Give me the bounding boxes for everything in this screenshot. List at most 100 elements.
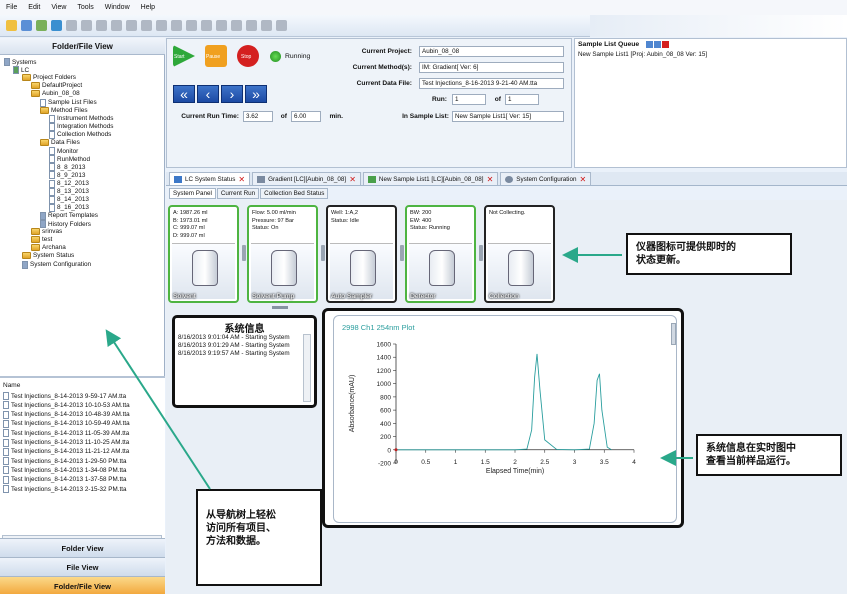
file-view-button[interactable]: File View [0,557,165,576]
tree-node[interactable]: 8_14_2013 [49,195,89,204]
refresh-icon[interactable] [51,20,62,31]
folder-file-view-button[interactable]: Folder/File View [0,576,165,594]
list-item[interactable]: Test Injections_8-14-2013 10-10-53 AM.tt… [3,401,130,410]
runtime-field[interactable]: 3.62 [243,111,273,122]
subtab-system-panel[interactable]: System Panel [169,188,216,199]
tree-node[interactable]: Systems [4,58,37,66]
list-item[interactable]: Test Injections_8-14-2013 1-34-08 PM.tta [3,466,127,475]
splitter-handle[interactable] [272,306,288,309]
tab-gradient[interactable]: Gradient [LC][Aubin_08_08] ✕ [252,172,361,185]
menu-tools[interactable]: Tools [77,4,93,11]
first-button[interactable]: « [173,85,195,103]
list-header[interactable]: Name [0,382,165,389]
tree-node[interactable]: History Folders [40,220,91,228]
menu-file[interactable]: File [6,4,17,11]
tab-lc-system-status[interactable]: LC System Status ✕ [169,172,251,185]
tree-node[interactable]: 8_16_2013 [49,203,89,212]
tool-icon[interactable] [216,20,227,31]
tool-icon[interactable] [126,20,137,31]
close-icon[interactable]: ✕ [487,175,494,184]
pause-button[interactable]: Pause [205,45,227,67]
tree-node[interactable]: Integration Methods [49,122,114,131]
tab-system-configuration[interactable]: System Configuration ✕ [500,172,592,185]
tool-icon[interactable] [66,20,77,31]
tool-icon[interactable] [96,20,107,31]
tree-node[interactable]: Aubin_08_08 [31,90,80,98]
tree-node[interactable]: DefaultProject [31,82,82,90]
tab-sample-list[interactable]: New Sample List1 [LC][Aubin_08_08] ✕ [362,172,499,185]
save-icon[interactable] [36,20,47,31]
run-field[interactable]: 1 [452,94,486,105]
menu-view[interactable]: View [51,4,66,11]
instrument-card-detector[interactable]: BW: 200 EW: 400 Status: Running Detector [405,205,476,303]
plot-scrollbar[interactable] [671,323,676,345]
stop-button[interactable]: Stop [237,45,259,67]
instrument-card-collection[interactable]: Not Collecting. Collection [484,205,555,303]
subtab-current-run[interactable]: Current Run [216,188,260,199]
tree-node[interactable]: Report Templates [40,211,98,220]
tree-node[interactable]: RunMethod [49,155,90,164]
tree-node[interactable]: Method Files [40,106,88,114]
tree-node[interactable]: LC [13,66,29,75]
samplelist-field[interactable]: New Sample List1[ Ver: 15] [452,111,564,122]
queue-remove-icon[interactable] [662,41,669,48]
tree-node[interactable]: Archana [31,244,66,252]
last-button[interactable]: » [245,85,267,103]
tool-icon[interactable] [261,20,272,31]
tool-icon[interactable] [141,20,152,31]
tree-node[interactable]: System Configuration [22,260,91,269]
tool-icon[interactable] [171,20,182,31]
close-icon[interactable]: ✕ [349,175,356,184]
menu-help[interactable]: Help [141,4,155,11]
queue-up-icon[interactable] [646,41,653,48]
tool-icon[interactable] [81,20,92,31]
tool-icon[interactable] [201,20,212,31]
queue-down-icon[interactable] [654,41,661,48]
tool-icon[interactable] [156,20,167,31]
run-total-field[interactable]: 1 [505,94,539,105]
log-scrollbar[interactable] [303,334,311,402]
tool-icon[interactable] [186,20,197,31]
close-icon[interactable]: ✕ [238,175,245,184]
list-item[interactable]: Test Injections_8-14-2013 11-10-25 AM.tt… [3,438,129,447]
runtime-total-field[interactable]: 6.00 [291,111,321,122]
instrument-card-solvent-pump[interactable]: Flow: 5.00 ml/min Pressure: 97 Bar Status:… [247,205,318,303]
tree-node[interactable]: srinvas [31,228,62,236]
tree-node[interactable]: System Status [22,252,74,260]
tool-icon[interactable] [231,20,242,31]
list-item[interactable]: Test Injections_8-14-2013 1-37-58 PM.tta [3,475,127,484]
open-icon[interactable] [21,20,32,31]
start-button[interactable]: Start [173,45,195,67]
tree-node[interactable]: Monitor [49,147,78,156]
list-item[interactable]: Test Injections_8-14-2013 9-59-17 AM.tta [3,392,126,400]
subtab-collection-bed-status[interactable]: Collection Bed Status [260,188,329,199]
tree-node[interactable]: 8_12_2013 [49,179,89,188]
tree-node[interactable]: Sample List Files [40,98,97,107]
tree-node[interactable]: Project Folders [22,74,76,82]
tool-icon[interactable] [111,20,122,31]
tree-node[interactable]: test [31,236,52,244]
folder-view-button[interactable]: Folder View [0,538,165,557]
tool-icon[interactable] [276,20,287,31]
list-item[interactable]: Test Injections_8-14-2013 1-29-50 PM.tta [3,457,127,466]
list-item[interactable]: Test Injections_8-14-2013 11-21-12 AM.tt… [3,447,129,456]
tree-node[interactable]: 8_13_2013 [49,187,89,196]
tree-node[interactable]: Instrument Methods [49,114,113,123]
next-button[interactable]: › [221,85,243,103]
method-field[interactable]: IM: Gradient[ Ver: 6] [419,62,564,73]
list-item[interactable]: Test Injections_8-14-2013 10-48-39 AM.tt… [3,410,130,419]
new-icon[interactable] [6,20,17,31]
tree-node[interactable]: Data Files [40,139,80,146]
datafile-field[interactable]: Test Injections_8-16-2013 9-21-40 AM.tta [419,78,564,89]
tree-node[interactable]: 8_9_2013 [49,171,85,180]
instrument-card-auto-sampler[interactable]: Well: 1:A,2 Status: Idle Auto Sampler [326,205,397,303]
tool-icon[interactable] [246,20,257,31]
menu-window[interactable]: Window [105,4,130,11]
tree-node[interactable]: 8_8_2013 [49,163,85,172]
previous-button[interactable]: ‹ [197,85,219,103]
list-item[interactable]: Test Injections_8-14-2013 10-59-49 AM.tt… [3,419,130,428]
list-item[interactable]: Test Injections_8-14-2013 2-15-32 PM.tta [3,485,127,493]
queue-item[interactable]: New Sample List1 [Proj: Aubin_08_08 Ver:… [578,51,707,58]
menu-edit[interactable]: Edit [28,4,40,11]
tree-node[interactable]: Collection Methods [49,130,111,139]
